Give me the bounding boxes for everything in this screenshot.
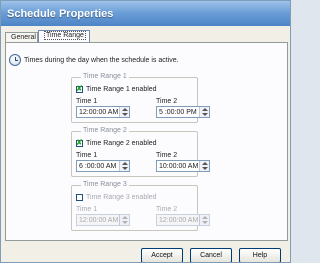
- time-range-2-group: Time Range 2 ✘ Time Range 2 enabled Time…: [71, 127, 210, 177]
- time-range-1-time2-value: 5 :00:00 PM: [159, 109, 197, 116]
- time-range-1-legend: Time Range 1: [81, 73, 129, 80]
- time-range-1-time1-value: 12:00:00 AM: [79, 109, 119, 116]
- time-range-3-time2-input: 12:00:00 AM: [156, 214, 210, 226]
- cancel-button[interactable]: Cancel: [190, 248, 232, 262]
- spin-arrows-icon[interactable]: [119, 107, 129, 117]
- time-range-3-time2-label: Time 2: [156, 206, 178, 213]
- time-range-3-time1-input: 12:00:00 AM: [76, 214, 130, 226]
- time-range-3-checkbox[interactable]: [76, 194, 83, 201]
- time-range-1-time2-label: Time 2: [156, 98, 178, 105]
- time-range-3-enabled-label: Time Range 3 enabled: [86, 194, 157, 201]
- time-range-2-checkbox[interactable]: ✘: [76, 138, 83, 147]
- time-range-3-group: Time Range 3 Time Range 3 enabled Time 1…: [71, 181, 210, 231]
- check-mark-icon: ✘: [76, 84, 83, 93]
- time-range-2-legend: Time Range 2: [81, 127, 129, 134]
- schedule-properties-dialog: Schedule Properties General Time Range T…: [0, 0, 291, 263]
- time-range-2-time2-label: Time 2: [156, 152, 178, 159]
- spin-arrows-icon[interactable]: [199, 107, 209, 117]
- title-bar[interactable]: Schedule Properties: [1, 1, 290, 26]
- spin-arrows-icon: [119, 215, 129, 225]
- time-range-2-enabled-label: Time Range 2 enabled: [86, 140, 157, 147]
- spin-arrows-icon[interactable]: [199, 161, 209, 171]
- time-range-1-time1-label: Time 1: [76, 98, 98, 105]
- info-text: Times during the day when the schedule i…: [24, 57, 179, 64]
- time-range-2-time1-input[interactable]: 6 :00:00 AM: [76, 160, 130, 172]
- time-range-1-enabled-label: Time Range 1 enabled: [86, 86, 157, 93]
- time-range-3-time2-value: 12:00:00 AM: [159, 217, 199, 224]
- time-range-3-time1-label: Time 1: [76, 206, 98, 213]
- time-range-1-group: Time Range 1 ✘ Time Range 1 enabled Time…: [71, 73, 210, 123]
- spin-arrows-icon: [199, 215, 209, 225]
- time-range-3-time1-value: 12:00:00 AM: [79, 217, 119, 224]
- time-range-2-time1-label: Time 1: [76, 152, 98, 159]
- time-range-2-time2-input[interactable]: 10:00:00 AM: [156, 160, 210, 172]
- check-mark-icon: ✘: [76, 138, 83, 147]
- time-range-1-checkbox[interactable]: ✘: [76, 84, 83, 93]
- time-range-2-time2-value: 10:00:00 AM: [159, 163, 199, 170]
- accept-button[interactable]: Accept: [141, 248, 183, 262]
- clock-info-icon: [9, 54, 21, 66]
- time-range-2-time1-value: 6 :00:00 AM: [79, 163, 117, 170]
- time-range-3-legend: Time Range 3: [81, 181, 129, 188]
- window-title: Schedule Properties: [7, 8, 114, 20]
- time-range-1-time1-input[interactable]: 12:00:00 AM: [76, 106, 130, 118]
- tab-time-range-label: Time Range: [44, 31, 86, 40]
- help-button[interactable]: Help: [239, 248, 281, 262]
- spin-arrows-icon[interactable]: [119, 161, 129, 171]
- time-range-1-time2-input[interactable]: 5 :00:00 PM: [156, 106, 210, 118]
